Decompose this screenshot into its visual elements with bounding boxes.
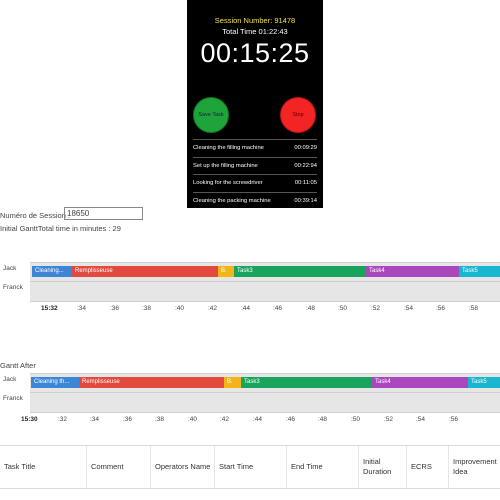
time-tick: :38	[155, 416, 165, 423]
stop-button[interactable]: Stop	[280, 97, 316, 133]
time-axis: 15:30 :32 :34 :36 :38 :40 :42 :44 :46 :4…	[0, 416, 500, 428]
elapsed-clock: 00:15:25	[200, 38, 310, 68]
time-tick: :48	[318, 416, 328, 423]
task-name: Set up the filling machine	[193, 162, 258, 169]
task-duration: 00:09:29	[294, 145, 317, 151]
task-time-row: Cleaning the filling machine 00:09:29	[193, 139, 317, 157]
operator-name: Franck	[3, 395, 23, 402]
time-tick: :36	[110, 305, 120, 312]
time-tick: :32	[58, 416, 68, 423]
operator-name: Jack	[3, 376, 17, 383]
column-header-comment[interactable]: Comment	[86, 446, 150, 488]
task-name: Cleaning the packing machine	[193, 197, 271, 204]
gantt-lane: Cleaning... Remplisseuse B. Task3 Task4 …	[30, 262, 500, 283]
column-header-initial-duration[interactable]: Initial Duration	[358, 446, 406, 488]
time-tick: :56	[449, 416, 459, 423]
time-tick: :58	[469, 305, 479, 312]
time-tick: :54	[416, 416, 426, 423]
task-time-row: Set up the filling machine 00:22:94	[193, 156, 317, 175]
task-time-row: Cleaning the packing machine 00:39:14	[193, 191, 317, 210]
session-number-label: Numéro de Session :	[0, 211, 71, 220]
column-header-end-time[interactable]: End Time	[286, 446, 358, 488]
time-tick: :48	[306, 305, 316, 312]
time-tick: 15:32	[41, 305, 58, 312]
gantt-bar[interactable]: Task3	[234, 266, 366, 277]
time-tick: :50	[351, 416, 361, 423]
gantt-row-jack: Jack Cleaning... Remplisseuse B. Task3 T…	[0, 262, 500, 283]
gantt-lane	[30, 281, 500, 302]
column-header-operators-name[interactable]: Operators Name	[150, 446, 214, 488]
task-time-list: Cleaning the filling machine 00:09:29 Se…	[193, 139, 317, 209]
column-header-improvement-idea[interactable]: Improvement Idea	[448, 446, 500, 488]
operator-name: Jack	[3, 265, 17, 272]
time-tick: :44	[253, 416, 263, 423]
time-tick: :54	[404, 305, 414, 312]
gantt-lane: Cleaning th... Remplisseuse B. Task3 Tas…	[30, 373, 500, 394]
gantt-bar[interactable]: Task3	[241, 377, 372, 388]
gantt-bar[interactable]: Task5	[468, 377, 500, 388]
gantt-row-jack: Jack Cleaning th... Remplisseuse B. Task…	[0, 373, 500, 394]
gantt-bar[interactable]: B.	[218, 266, 234, 277]
initial-gantt-total-time: Initial GanttTotal time in minutes : 29	[0, 224, 121, 233]
time-tick: :44	[241, 305, 251, 312]
time-tick: :34	[90, 416, 100, 423]
operator-name: Franck	[3, 284, 23, 291]
tasks-table-header: Task Title Comment Operators Name Start …	[0, 445, 500, 489]
gantt-bar[interactable]: Remplisseuse	[79, 377, 224, 388]
timer-panel: Session Number: 91478 Total Time 01:22:4…	[187, 0, 323, 208]
gantt-lane	[30, 392, 500, 413]
gantt-row-franck: Franck	[0, 392, 500, 413]
time-tick: :56	[436, 305, 446, 312]
gantt-bar[interactable]: Cleaning...	[32, 266, 72, 277]
gantt-bar[interactable]: Task4	[372, 377, 468, 388]
gantt-bar[interactable]: Remplisseuse	[72, 266, 218, 277]
time-tick: :42	[220, 416, 230, 423]
column-header-task-title[interactable]: Task Title	[0, 446, 86, 488]
gantt-bar[interactable]: Task4	[366, 266, 459, 277]
gantt-bar[interactable]: Task5	[459, 266, 500, 277]
time-tick: :52	[371, 305, 381, 312]
column-header-start-time[interactable]: Start Time	[214, 446, 286, 488]
time-tick: :34	[77, 305, 87, 312]
task-name: Cleaning the filling machine	[193, 145, 264, 151]
save-task-button[interactable]: Save Task	[193, 97, 229, 133]
gantt-bar[interactable]: B.	[224, 377, 241, 388]
total-time: Total Time 01:22:43	[222, 27, 288, 36]
time-tick: :40	[175, 305, 185, 312]
task-duration: 00:11:05	[294, 180, 317, 186]
time-tick: :36	[123, 416, 133, 423]
time-axis: 15:32 :34 :36 :38 :40 :42 :44 :46 :48 :5…	[0, 305, 500, 317]
task-time-row: Looking for the screwdriver 00:11:05	[193, 174, 317, 192]
session-number-input[interactable]: 18650	[64, 207, 143, 220]
session-number: Session Number: 91478	[214, 16, 296, 25]
time-tick: :38	[142, 305, 152, 312]
task-duration: 00:22:94	[294, 162, 317, 169]
column-header-ecrs[interactable]: ECRS	[406, 446, 448, 488]
time-tick: :42	[208, 305, 218, 312]
time-tick: :46	[273, 305, 283, 312]
gantt-row-franck: Franck	[0, 281, 500, 302]
time-tick: :52	[384, 416, 394, 423]
gantt-bar[interactable]: Cleaning th...	[31, 377, 79, 388]
time-tick: 15:30	[21, 416, 38, 423]
gantt-after-title: Gantt After	[0, 361, 36, 370]
time-tick: :40	[188, 416, 198, 423]
time-tick: :46	[286, 416, 296, 423]
time-tick: :50	[338, 305, 348, 312]
task-name: Looking for the screwdriver	[193, 180, 263, 186]
task-duration: 00:39:14	[294, 197, 317, 204]
